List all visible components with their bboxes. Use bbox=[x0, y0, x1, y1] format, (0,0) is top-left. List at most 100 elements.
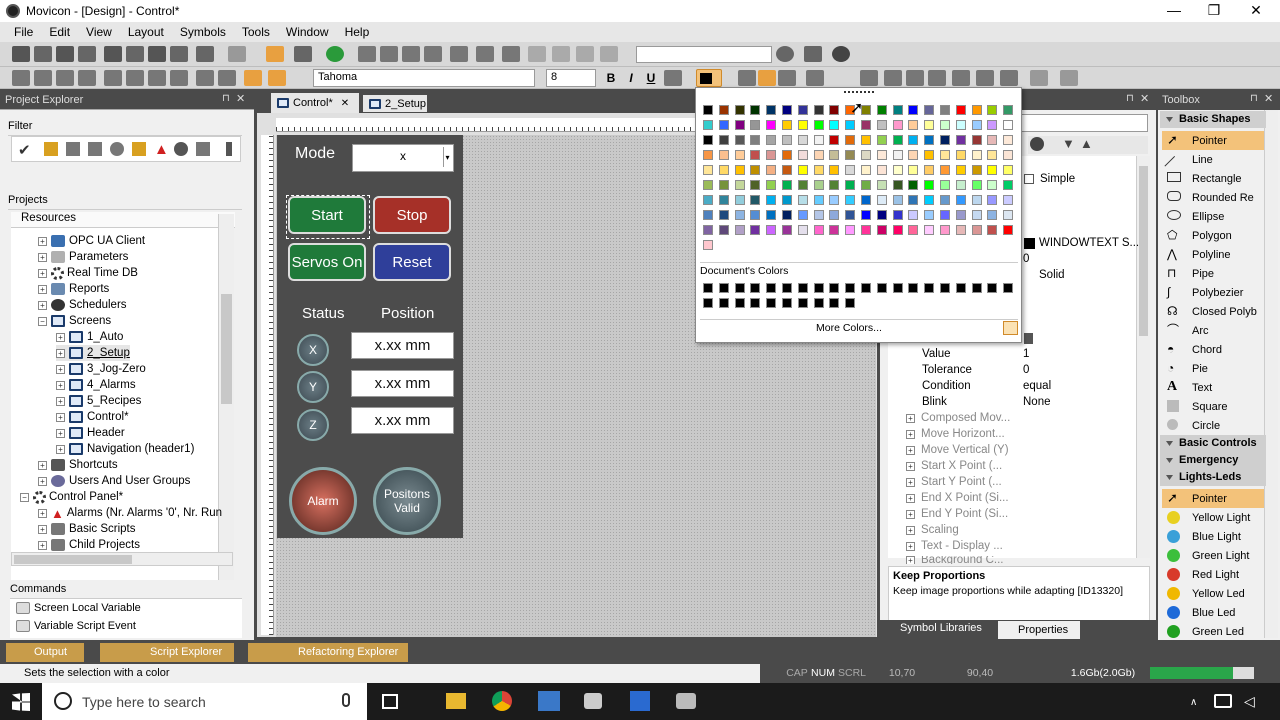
toolbox-shape-pointer[interactable]: ➚ Pointer bbox=[1162, 131, 1264, 150]
color-swatch[interactable] bbox=[829, 195, 840, 205]
tree-item-shortcuts[interactable]: + Shortcuts bbox=[38, 457, 118, 473]
test-mode-icon[interactable] bbox=[266, 46, 284, 62]
color-swatch[interactable] bbox=[703, 105, 713, 115]
color-swatch[interactable] bbox=[782, 195, 792, 205]
document-color-swatch[interactable] bbox=[940, 283, 950, 293]
chrome-icon[interactable] bbox=[492, 691, 512, 711]
toolbox-light-pointer[interactable]: ➚ Pointer bbox=[1162, 489, 1264, 508]
tree-hscrollbar[interactable] bbox=[11, 552, 233, 566]
color-swatch[interactable] bbox=[861, 150, 871, 160]
color-swatch[interactable] bbox=[750, 105, 761, 115]
color-swatch[interactable] bbox=[766, 165, 777, 175]
space-down-icon[interactable] bbox=[196, 70, 214, 86]
color-swatch[interactable] bbox=[718, 180, 729, 190]
toolbox-shape-rectangle[interactable]: Rectangle bbox=[1162, 169, 1264, 188]
tree-item-screen-3-jog-zero[interactable]: +3_Jog-Zero bbox=[56, 361, 146, 377]
color-swatch[interactable] bbox=[813, 195, 824, 205]
color-swatch[interactable] bbox=[766, 210, 777, 220]
align-right-icon[interactable] bbox=[56, 70, 74, 86]
color-swatch[interactable] bbox=[797, 180, 808, 190]
prop-row-condition[interactable]: Condition equal bbox=[890, 380, 1152, 396]
toolbox-green-led[interactable]: Green Led bbox=[1162, 622, 1264, 641]
color-swatch[interactable] bbox=[908, 135, 919, 145]
variable-filter-icon[interactable] bbox=[44, 142, 58, 156]
color-swatch[interactable] bbox=[987, 120, 998, 130]
underline-button[interactable]: U bbox=[642, 70, 660, 86]
toolbox-category-emergency[interactable]: Emergency But... bbox=[1160, 452, 1266, 483]
color-swatch[interactable] bbox=[766, 180, 777, 190]
save-all-icon[interactable] bbox=[78, 46, 96, 62]
same-width-icon[interactable] bbox=[126, 70, 144, 86]
color-swatch[interactable] bbox=[987, 180, 998, 190]
volume-icon[interactable]: ◁ bbox=[1244, 693, 1255, 710]
color-swatch[interactable] bbox=[734, 180, 745, 190]
mode-combo[interactable]: x ▾ bbox=[352, 144, 454, 172]
color-swatch[interactable] bbox=[829, 225, 840, 235]
tree-item-child-projects[interactable]: + Child Projects bbox=[38, 537, 140, 553]
lock-icon[interactable] bbox=[1000, 70, 1018, 86]
color-swatch[interactable] bbox=[718, 210, 729, 220]
pin-icon[interactable]: ⊓ bbox=[1126, 93, 1134, 104]
color-swatch[interactable] bbox=[797, 165, 808, 175]
run-icon[interactable] bbox=[326, 46, 344, 62]
camera-app-icon[interactable] bbox=[676, 693, 696, 709]
text-format-icon[interactable] bbox=[806, 70, 824, 86]
color-swatch[interactable] bbox=[829, 120, 840, 130]
space-across-icon[interactable] bbox=[170, 70, 188, 86]
color-swatch[interactable] bbox=[876, 165, 887, 175]
wizard-icon[interactable] bbox=[402, 46, 420, 62]
color-swatch[interactable] bbox=[829, 150, 840, 160]
toolbox-category-lights-leds[interactable]: Lights-Leds bbox=[1160, 469, 1266, 486]
color-swatch[interactable] bbox=[718, 135, 729, 145]
color-swatch[interactable] bbox=[750, 135, 761, 145]
close-panel-icon[interactable]: ✕ bbox=[236, 92, 245, 105]
color-swatch[interactable] bbox=[750, 165, 761, 175]
color-swatch[interactable] bbox=[987, 105, 998, 115]
color-swatch[interactable] bbox=[797, 210, 808, 220]
toolbox-scrollbar[interactable] bbox=[1264, 110, 1278, 638]
print-preview-icon[interactable] bbox=[804, 46, 822, 62]
color-swatch[interactable] bbox=[987, 150, 998, 160]
resources-combo[interactable]: Resources bbox=[11, 212, 235, 228]
color-swatch[interactable] bbox=[955, 165, 966, 175]
network-filter-icon[interactable] bbox=[196, 142, 210, 156]
color-swatch[interactable] bbox=[987, 225, 998, 235]
toolbox-red-light[interactable]: Red Light bbox=[1162, 565, 1264, 584]
print-icon[interactable] bbox=[294, 46, 312, 62]
color-swatch[interactable] bbox=[955, 120, 966, 130]
color-swatch[interactable] bbox=[750, 120, 761, 130]
color-swatch[interactable] bbox=[971, 180, 982, 190]
tree-item-screen-5-recipes[interactable]: +5_Recipes bbox=[56, 393, 141, 409]
close-window-button[interactable]: ✕ bbox=[1236, 0, 1276, 22]
fill-color-button[interactable] bbox=[696, 69, 722, 87]
color-swatch[interactable] bbox=[876, 180, 887, 190]
text-align-right-icon[interactable] bbox=[778, 70, 796, 86]
document-color-swatch[interactable] bbox=[892, 283, 903, 293]
color-swatch[interactable] bbox=[940, 180, 950, 190]
color-swatch[interactable] bbox=[766, 135, 777, 145]
color-swatch[interactable] bbox=[750, 225, 761, 235]
color-swatch[interactable] bbox=[750, 180, 761, 190]
color-swatch[interactable] bbox=[782, 120, 792, 130]
color-swatch[interactable] bbox=[813, 165, 824, 175]
cut-icon[interactable] bbox=[104, 46, 122, 62]
color-swatch[interactable] bbox=[1003, 180, 1014, 190]
color-swatch[interactable] bbox=[876, 120, 887, 130]
network-icon[interactable] bbox=[502, 46, 520, 62]
color-swatch[interactable] bbox=[876, 225, 887, 235]
document-color-swatch[interactable] bbox=[797, 283, 808, 293]
color-swatch[interactable] bbox=[797, 135, 808, 145]
color-swatch[interactable] bbox=[734, 105, 745, 115]
gear-filter-icon[interactable] bbox=[174, 142, 188, 156]
backward-icon[interactable] bbox=[928, 70, 946, 86]
copy-icon[interactable] bbox=[126, 46, 144, 62]
color-swatch[interactable] bbox=[908, 225, 919, 235]
menu-view[interactable]: View bbox=[78, 25, 120, 39]
color-swatch[interactable] bbox=[829, 180, 840, 190]
color-swatch[interactable] bbox=[797, 150, 808, 160]
color-swatch[interactable] bbox=[892, 120, 903, 130]
color-swatch[interactable] bbox=[861, 180, 871, 190]
document-color-swatch[interactable] bbox=[766, 298, 777, 308]
color-swatch[interactable] bbox=[940, 225, 950, 235]
color-swatch[interactable] bbox=[955, 210, 966, 220]
